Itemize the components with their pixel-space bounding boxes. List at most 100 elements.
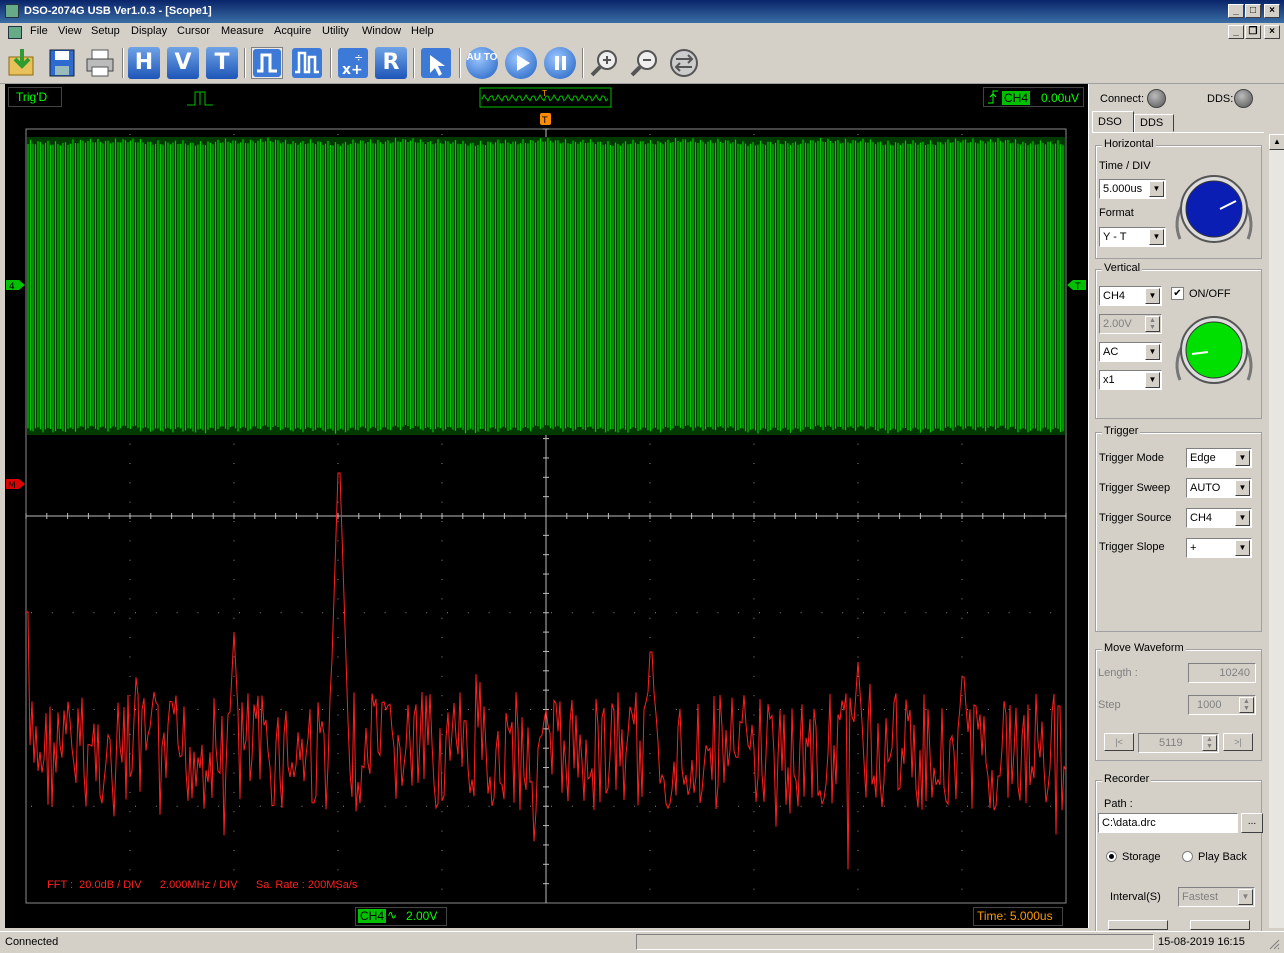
menu-utility[interactable]: Utility xyxy=(322,25,349,37)
open-icon[interactable] xyxy=(6,47,38,79)
onoff-checkbox[interactable]: ✔ xyxy=(1171,287,1184,300)
chevron-down-icon: ▼ xyxy=(1235,510,1250,526)
storage-radio[interactable] xyxy=(1106,851,1117,862)
path-input[interactable]: C:\data.drc xyxy=(1098,813,1238,833)
format-label: Format xyxy=(1099,207,1134,219)
mdi-minimize-icon[interactable]: _ xyxy=(1228,25,1244,39)
tab-dso[interactable]: DSO xyxy=(1092,111,1134,133)
scope-display[interactable]: T 4 T M FFT : 20.0dB / DIV 2.000MHz / DI… xyxy=(5,112,1088,928)
trigger-channel-badge: CH4 xyxy=(1002,91,1031,105)
trigger-position-marker[interactable]: T xyxy=(540,113,551,126)
svg-text:÷: ÷ xyxy=(354,51,363,64)
interval-select[interactable]: Fastest ▼ xyxy=(1178,887,1255,907)
vertical-group: Vertical CH4 ▼ ✔ ON/OFF 2.00V ▲ ▼ AC ▼ x1 ▼ xyxy=(1095,262,1262,419)
multi-wave-icon[interactable] xyxy=(291,47,323,79)
chevron-down-icon: ▼ xyxy=(1235,540,1250,556)
time-div-label: Time / DIV xyxy=(1099,160,1151,172)
trigger-sweep-select[interactable]: AUTO ▼ xyxy=(1186,478,1252,498)
move-last-button[interactable]: >| xyxy=(1223,733,1253,751)
trigger-source-select[interactable]: CH4 ▼ xyxy=(1186,508,1252,528)
channel-select[interactable]: CH4 ▼ xyxy=(1099,286,1162,306)
spin-arrows-icon[interactable]: ▲ ▼ xyxy=(1202,735,1217,751)
move-waveform-group: Move Waveform Length : 10240 Step 1000 ▲ ▼… xyxy=(1095,642,1262,761)
vertical-button[interactable]: V xyxy=(167,47,199,79)
trigger-source-label: Trigger Source xyxy=(1099,512,1172,524)
path-label: Path : xyxy=(1104,798,1133,810)
spin-arrows-icon[interactable]: ▲ ▼ xyxy=(1239,697,1254,713)
length-field: 10240 xyxy=(1188,663,1256,683)
scope-footer: CH4 ∿ 2.00V Time: 5.000us xyxy=(5,905,1088,928)
playback-radio[interactable] xyxy=(1182,851,1193,862)
position-spinner[interactable]: 5119 ▲ ▼ xyxy=(1138,733,1219,753)
close-icon[interactable]: × xyxy=(1264,4,1280,18)
step-spinner[interactable]: 1000 ▲ ▼ xyxy=(1188,695,1256,715)
time-knob[interactable] xyxy=(1174,171,1254,246)
menu-display[interactable]: Display xyxy=(131,25,167,37)
panel-scrollbar[interactable]: ▲ xyxy=(1269,134,1284,928)
menu-view[interactable]: View xyxy=(58,25,82,37)
scroll-up-icon[interactable]: ▲ xyxy=(1269,134,1284,150)
connect-led-icon xyxy=(1147,89,1166,108)
mdi-close-icon[interactable]: × xyxy=(1264,25,1280,39)
maximize-icon[interactable]: □ xyxy=(1245,4,1261,18)
stop-icon[interactable] xyxy=(544,47,576,79)
single-wave-icon[interactable] xyxy=(251,47,283,79)
recorder-title: Recorder xyxy=(1102,773,1152,785)
zoom-out-icon[interactable] xyxy=(629,47,661,79)
tab-dds[interactable]: DDS xyxy=(1134,114,1174,132)
trigger-level-marker[interactable]: T xyxy=(1067,280,1086,292)
mdi-restore-icon[interactable]: ❐ xyxy=(1245,25,1261,39)
menu-cursor[interactable]: Cursor xyxy=(177,25,210,37)
app-icon xyxy=(5,4,19,18)
spin-arrows-icon[interactable]: ▲ ▼ xyxy=(1145,316,1160,332)
reference-button[interactable]: R xyxy=(375,47,407,79)
math-ground-marker[interactable]: M xyxy=(6,479,25,491)
volts-knob[interactable] xyxy=(1174,312,1254,387)
format-select[interactable]: Y - T ▼ xyxy=(1099,227,1166,247)
resize-grip-icon[interactable] xyxy=(1268,938,1280,950)
save-icon[interactable] xyxy=(46,47,78,79)
coupling-select[interactable]: AC ▼ xyxy=(1099,342,1162,362)
channel-badge: CH4 xyxy=(358,909,387,923)
control-panel: Connect: DDS: DSO DDS ▲ Horizontal Time … xyxy=(1088,84,1284,940)
print-icon[interactable] xyxy=(84,47,116,79)
math-icon[interactable]: x+ ÷ xyxy=(337,47,369,79)
minimize-icon[interactable]: _ xyxy=(1228,4,1244,18)
cursor-select-icon[interactable] xyxy=(420,47,452,79)
interval-label: Interval(S) xyxy=(1110,891,1161,903)
start-button[interactable] xyxy=(1108,920,1168,930)
stop-button[interactable] xyxy=(1190,920,1250,930)
zoom-in-icon[interactable] xyxy=(589,47,621,79)
run-icon[interactable] xyxy=(505,47,537,79)
vertical-title: Vertical xyxy=(1102,262,1143,274)
menu-setup[interactable]: Setup xyxy=(91,25,120,37)
time-per-div: Time: 5.000us xyxy=(977,909,1053,923)
browse-button[interactable]: ... xyxy=(1241,813,1263,833)
connect-label: Connect: xyxy=(1100,93,1145,105)
menu-measure[interactable]: Measure xyxy=(221,25,264,37)
dds-led-icon xyxy=(1234,89,1253,108)
menu-file[interactable]: File xyxy=(30,25,48,37)
chevron-down-icon: ▼ xyxy=(1145,288,1160,304)
auto-button[interactable]: AU TO xyxy=(466,47,498,79)
memory-overview[interactable]: T xyxy=(479,87,613,109)
playback-label: Play Back xyxy=(1198,851,1247,863)
status-datetime: 15-08-2019 16:15 xyxy=(1158,936,1245,948)
volts-div-spinner[interactable]: 2.00V ▲ ▼ xyxy=(1099,314,1162,334)
chevron-down-icon: ▼ xyxy=(1145,344,1160,360)
time-div-select[interactable]: 5.000us ▼ xyxy=(1099,179,1166,199)
menu-help[interactable]: Help xyxy=(411,25,434,37)
menu-acquire[interactable]: Acquire xyxy=(274,25,311,37)
ch4-ground-marker[interactable]: 4 xyxy=(6,280,25,292)
trigger-mode-select[interactable]: Edge ▼ xyxy=(1186,448,1252,468)
move-first-button[interactable]: |< xyxy=(1104,733,1134,751)
horizontal-button[interactable]: H xyxy=(128,47,160,79)
chevron-down-icon: ▼ xyxy=(1149,181,1164,197)
trigger-slope-select[interactable]: + ▼ xyxy=(1186,538,1252,558)
menu-window[interactable]: Window xyxy=(362,25,401,37)
trigger-button[interactable]: T xyxy=(206,47,238,79)
title-bar: DSO-2074G USB Ver1.0.3 - [Scope1] _ □ × xyxy=(0,0,1284,23)
rising-edge-icon xyxy=(988,90,998,104)
exchange-icon[interactable] xyxy=(668,47,700,79)
probe-select[interactable]: x1 ▼ xyxy=(1099,370,1162,390)
